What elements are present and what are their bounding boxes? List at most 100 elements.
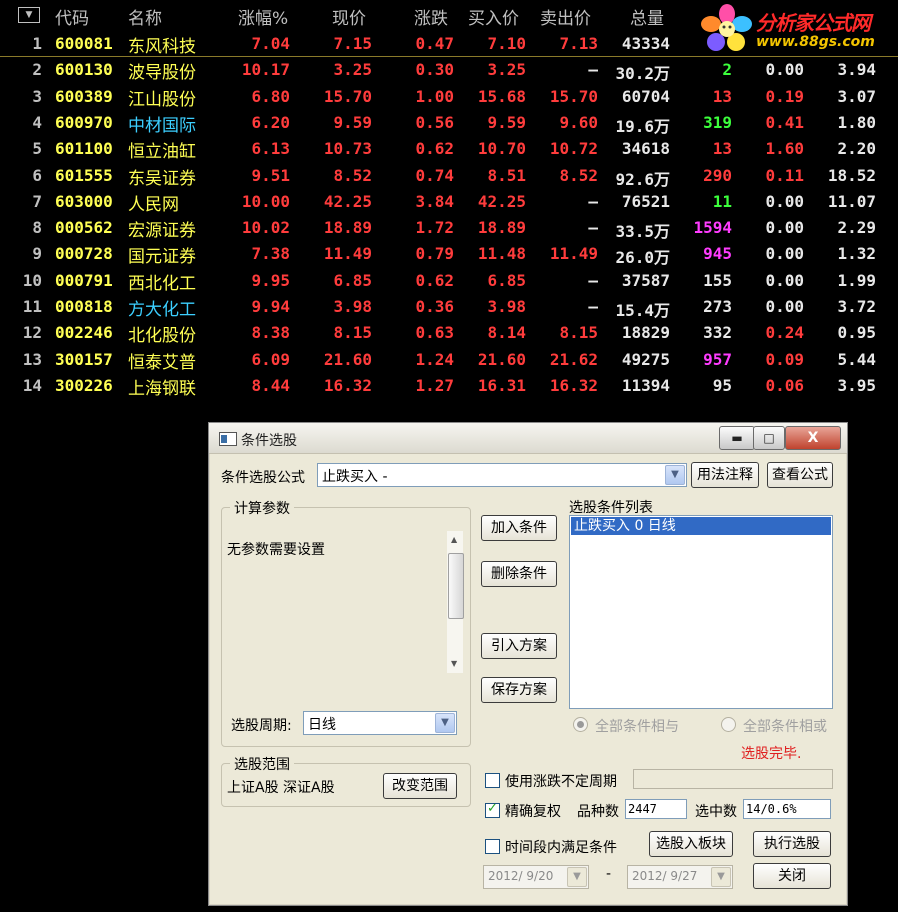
cell-pct: 6.20 (251, 112, 290, 132)
table-row[interactable]: 14 300226 上海钢联 8.44 16.32 1.27 16.31 16.32 11394… (0, 372, 898, 399)
table-row[interactable]: 8 000562 宏源证券 10.02 18.89 1.72 18.89 — 33.5万 1594… (0, 214, 898, 242)
cell-c9: 2 (722, 60, 732, 80)
minimize-button[interactable]: ▬ (719, 426, 755, 450)
table-row[interactable]: 9 000728 国元证券 7.38 11.49 0.79 11.48 11.49 26.0万 9… (0, 240, 898, 267)
table-row[interactable]: 5 601100 恒立油缸 6.13 10.73 0.62 10.70 10.72 34618 1… (0, 135, 898, 162)
table-row[interactable]: 10 000791 西北化工 9.95 6.85 0.62 6.85 — 37587 155 0.0… (0, 267, 898, 294)
cell-c10: 0.19 (765, 86, 804, 106)
dialog-titlebar[interactable]: 条件选股 ▬ □ X (209, 423, 847, 454)
cell-c10: 0.09 (765, 349, 804, 369)
close-button[interactable]: 关闭 (753, 863, 831, 889)
maximize-button[interactable]: □ (753, 426, 785, 450)
view-formula-button[interactable]: 查看公式 (767, 462, 833, 488)
radio-or-all[interactable] (721, 717, 736, 732)
params-scrollbar[interactable]: ▲ ▼ (447, 531, 464, 673)
cell-vol: 33.5万 (615, 222, 670, 242)
cell-pct: 10.17 (241, 60, 290, 80)
flower-logo-icon (701, 4, 752, 51)
cell-idx: 14 (22, 375, 42, 395)
change-range-button[interactable]: 改变范围 (383, 773, 457, 799)
cell-name: 东风科技 (128, 37, 196, 57)
condition-listbox[interactable]: 止跌买入 0 日线 (569, 515, 833, 709)
header-name[interactable]: 名称 (128, 4, 162, 29)
cell-chg: 0.30 (415, 60, 454, 80)
formula-select[interactable]: 止跌买入 - ▼ (317, 463, 687, 487)
selected-field: 14/0.6% (743, 799, 831, 819)
unfixed-period-checkbox[interactable] (485, 773, 500, 788)
cell-chg: 0.62 (415, 139, 454, 159)
close-window-button[interactable]: X (785, 426, 841, 450)
cell-c10: 0.06 (765, 375, 804, 395)
cell-vol: 43334 (621, 34, 670, 53)
cell-vol: 76521 (621, 191, 670, 211)
to-block-button[interactable]: 选股入板块 (649, 831, 733, 857)
header-code[interactable]: 代码 (55, 4, 89, 29)
chevron-down-icon[interactable]: ▼ (665, 465, 685, 485)
radio-and-all[interactable] (573, 717, 588, 732)
cell-code: 002246 (55, 323, 113, 343)
cell-name: 江山股份 (128, 89, 196, 110)
stock-range-value: 上证A股 深证A股 (227, 780, 335, 796)
count-label: 品种数 (577, 804, 619, 820)
cell-code: 300157 (55, 349, 113, 369)
save-scheme-button[interactable]: 保存方案 (481, 677, 557, 703)
cell-chg: 0.79 (415, 244, 454, 264)
cell-price: 9.59 (333, 112, 372, 132)
cell-chg: 1.24 (415, 349, 454, 369)
header-pct[interactable]: 涨幅% (238, 4, 288, 29)
unfixed-period-field[interactable] (633, 769, 833, 789)
cell-price: 3.98 (333, 297, 372, 316)
usage-notes-button[interactable]: 用法注释 (691, 462, 759, 488)
chevron-down-icon[interactable]: ▼ (435, 713, 455, 733)
import-scheme-button[interactable]: 引入方案 (481, 633, 557, 659)
cell-name: 北化股份 (128, 326, 196, 347)
scroll-up-icon[interactable]: ▲ (451, 535, 457, 544)
header-change[interactable]: 涨跌 (414, 4, 448, 29)
scroll-down-icon[interactable]: ▼ (451, 659, 457, 668)
time-cond-checkbox[interactable] (485, 839, 500, 854)
cell-pct: 7.04 (251, 34, 290, 53)
date-from-picker[interactable]: 2012/ 9/20 ▼ (483, 865, 589, 889)
chevron-down-icon[interactable]: ▼ (567, 867, 587, 887)
cell-c9: 957 (703, 349, 732, 369)
table-row[interactable]: 7 603000 人民网 10.00 42.25 3.84 42.25 — 76521 11 0.0… (0, 188, 898, 215)
condition-list-item[interactable]: 止跌买入 0 日线 (571, 517, 831, 535)
date-to-picker[interactable]: 2012/ 9/27 ▼ (627, 865, 733, 889)
cell-c11: 11.07 (827, 191, 876, 211)
cell-vol: 49275 (621, 349, 670, 369)
table-row[interactable]: 2 600130 波导股份 10.17 3.25 0.30 3.25 — 30.2万 2 0.00 3… (0, 56, 898, 83)
header-sell[interactable]: 卖出价 (540, 4, 591, 29)
period-select[interactable]: 日线 ▼ (303, 711, 457, 735)
header-buy[interactable]: 买入价 (468, 4, 519, 29)
header-price[interactable]: 现价 (332, 4, 366, 29)
table-row[interactable]: 6 601555 东吴证券 9.51 8.52 0.74 8.51 8.52 92.6万 290 0… (0, 162, 898, 189)
cell-sell: — (588, 218, 598, 238)
cell-price: 15.70 (323, 86, 372, 106)
table-row[interactable]: 12 002246 北化股份 8.38 8.15 0.63 8.14 8.15 18829 332… (0, 319, 898, 347)
no-params-text: 无参数需要设置 (227, 542, 325, 558)
cell-idx: 3 (32, 86, 42, 106)
cell-c9: 945 (703, 244, 732, 264)
cell-idx: 1 (32, 34, 42, 53)
period-label: 选股周期: (231, 718, 292, 734)
window-icon (219, 432, 237, 446)
cell-code: 300226 (55, 375, 113, 395)
cell-name: 西北化工 (128, 273, 196, 294)
cell-buy: 21.60 (477, 349, 526, 369)
header-volume[interactable]: 总量 (630, 4, 664, 29)
cell-idx: 12 (22, 323, 42, 343)
table-row[interactable]: 11 000818 方大化工 9.94 3.98 0.36 3.98 — 15.4万 273 0.0… (0, 293, 898, 320)
table-row[interactable]: 13 300157 恒泰艾普 6.09 21.60 1.24 21.60 21.62 49275… (0, 346, 898, 373)
execute-button[interactable]: 执行选股 (753, 831, 831, 857)
sort-toggle-button[interactable]: ▼ (18, 7, 40, 23)
table-row[interactable]: 4 600970 中材国际 6.20 9.59 0.56 9.59 9.60 19.6万 319 0… (0, 109, 898, 136)
table-row[interactable]: 3 600389 江山股份 6.80 15.70 1.00 15.68 15.70 60704 1… (0, 83, 898, 110)
cell-buy: 18.89 (477, 218, 526, 238)
delete-condition-button[interactable]: 删除条件 (481, 561, 557, 587)
chevron-down-icon[interactable]: ▼ (711, 867, 731, 887)
cell-pct: 10.00 (241, 191, 290, 211)
precise-rights-checkbox[interactable] (485, 801, 500, 818)
add-condition-button[interactable]: 加入条件 (481, 515, 557, 541)
cell-buy: 8.14 (487, 323, 526, 343)
scroll-thumb[interactable] (448, 553, 464, 619)
